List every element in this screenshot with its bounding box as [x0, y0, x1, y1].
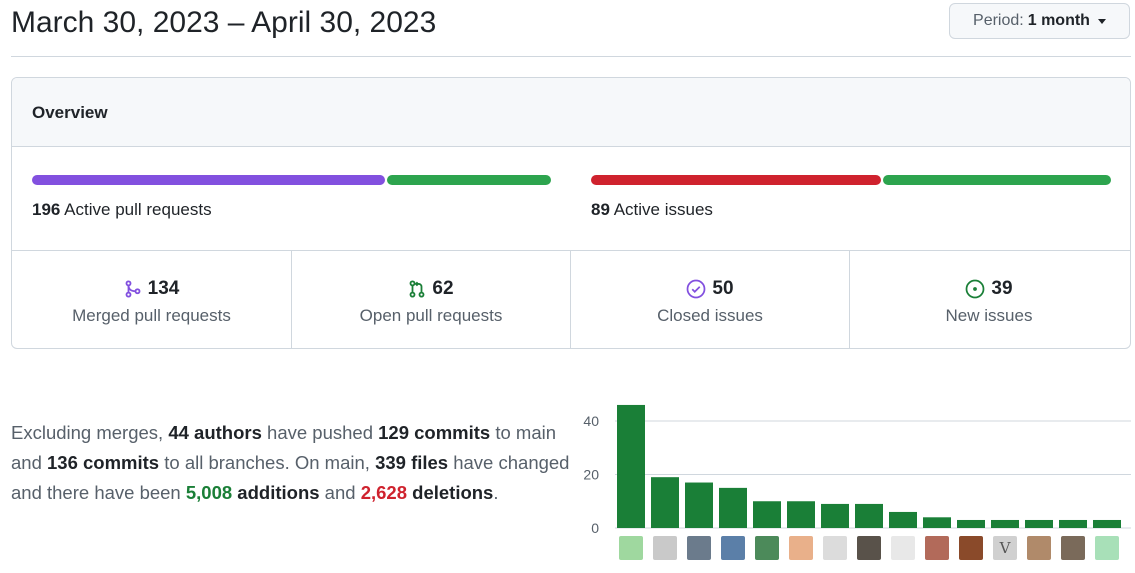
commits-all-count: 136 commits: [47, 452, 160, 473]
contributor-bar[interactable]: [957, 519, 985, 528]
y-tick-label: 0: [591, 520, 599, 536]
caret-down-icon: [1097, 18, 1106, 24]
overview-header: Overview: [12, 78, 1130, 147]
period-value: 1 month: [1027, 12, 1090, 29]
active-pr-label: Active pull requests: [64, 200, 212, 219]
avatar-sketch[interactable]: [823, 536, 847, 560]
contributor-bar[interactable]: [923, 517, 951, 528]
y-tick-label: 40: [583, 413, 599, 429]
avatar-person-glasses[interactable]: [687, 536, 711, 560]
contributor-bar[interactable]: [991, 519, 1019, 528]
files-count: 339 files: [375, 452, 449, 473]
new-issues-bar[interactable]: [883, 175, 1111, 185]
active-issues-summary[interactable]: 89 Active issues: [591, 200, 713, 220]
contributor-bar[interactable]: [1093, 519, 1121, 528]
stat-closed-issues[interactable]: 50 Closed issues: [570, 251, 849, 348]
deletions-count: 2,628: [360, 482, 407, 503]
contributors-bar-chart: 0 20 40: [583, 404, 1131, 536]
open-pr-bar[interactable]: [387, 175, 551, 185]
stat-open-prs[interactable]: 62 Open pull requests: [291, 251, 570, 348]
commits-main-count: 129 commits: [378, 422, 491, 443]
y-tick-label: 20: [583, 467, 599, 483]
issue-closed-icon: [687, 279, 706, 299]
open-prs-value: 62: [432, 278, 454, 299]
commit-summary-text: Excluding merges, 44 authors have pushed…: [11, 422, 570, 503]
avatar-green-pattern[interactable]: [1095, 536, 1119, 560]
page-title: March 30, 2023 – April 30, 2023: [11, 6, 437, 39]
avatar-person-beard[interactable]: [1061, 536, 1085, 560]
period-dropdown-button[interactable]: Period: 1 month: [949, 3, 1130, 39]
avatar-green-identicon[interactable]: [619, 536, 643, 560]
active-pr-count: 196: [32, 200, 61, 219]
avatar-drawing[interactable]: [891, 536, 915, 560]
avatar-person-orange[interactable]: [959, 536, 983, 560]
contributor-bar[interactable]: [855, 503, 883, 528]
contributor-bar[interactable]: [1025, 519, 1053, 528]
contributor-bar[interactable]: [889, 511, 917, 528]
contributor-bar[interactable]: [821, 503, 849, 528]
additions-count: 5,008: [185, 482, 233, 503]
stat-merged-prs[interactable]: 134 Merged pull requests: [12, 251, 291, 348]
active-pr-summary[interactable]: 196 Active pull requests: [32, 200, 212, 220]
merged-pr-bar[interactable]: [32, 175, 385, 185]
avatar-city[interactable]: [721, 536, 745, 560]
avatar-letter-v[interactable]: V: [993, 536, 1017, 560]
open-prs-label: Open pull requests: [359, 306, 503, 325]
new-issues-label: New issues: [945, 306, 1033, 325]
contributor-bar[interactable]: [1059, 519, 1087, 528]
avatar-orange-identicon[interactable]: [789, 536, 813, 560]
avatar-person-green[interactable]: [755, 536, 779, 560]
closed-issues-label: Closed issues: [657, 306, 763, 325]
git-merge-icon: [125, 280, 141, 298]
issue-opened-icon: [966, 279, 985, 299]
contributor-bar[interactable]: [787, 501, 815, 528]
active-issues-count: 89: [591, 200, 610, 219]
header-divider: [11, 56, 1131, 57]
contributor-bar[interactable]: [617, 404, 645, 528]
overview-panel: Overview 196 Active pull requests 89 Act…: [11, 77, 1131, 349]
git-pull-request-icon: [409, 280, 425, 298]
closed-issues-bar[interactable]: [591, 175, 881, 185]
overview-heading: Overview: [32, 103, 108, 122]
period-label: Period:: [973, 12, 1024, 29]
contributors-chart: 0 20 40 V: [575, 395, 1135, 573]
contributor-bar[interactable]: [753, 501, 781, 528]
avatar-person-dark[interactable]: [857, 536, 881, 560]
merged-prs-label: Merged pull requests: [72, 306, 231, 325]
avatar-person-smiling[interactable]: [1027, 536, 1051, 560]
merged-prs-value: 134: [147, 278, 180, 299]
authors-count: 44 authors: [168, 422, 262, 443]
active-issues-label: Active issues: [613, 200, 713, 219]
stat-new-issues[interactable]: 39 New issues: [849, 251, 1128, 348]
avatar-person-red[interactable]: [925, 536, 949, 560]
closed-issues-value: 50: [712, 278, 734, 299]
new-issues-value: 39: [991, 278, 1013, 299]
contributor-bar[interactable]: [651, 477, 679, 528]
contributor-bar[interactable]: [685, 482, 713, 528]
avatar-cat[interactable]: [653, 536, 677, 560]
contributor-bar[interactable]: [719, 487, 747, 528]
